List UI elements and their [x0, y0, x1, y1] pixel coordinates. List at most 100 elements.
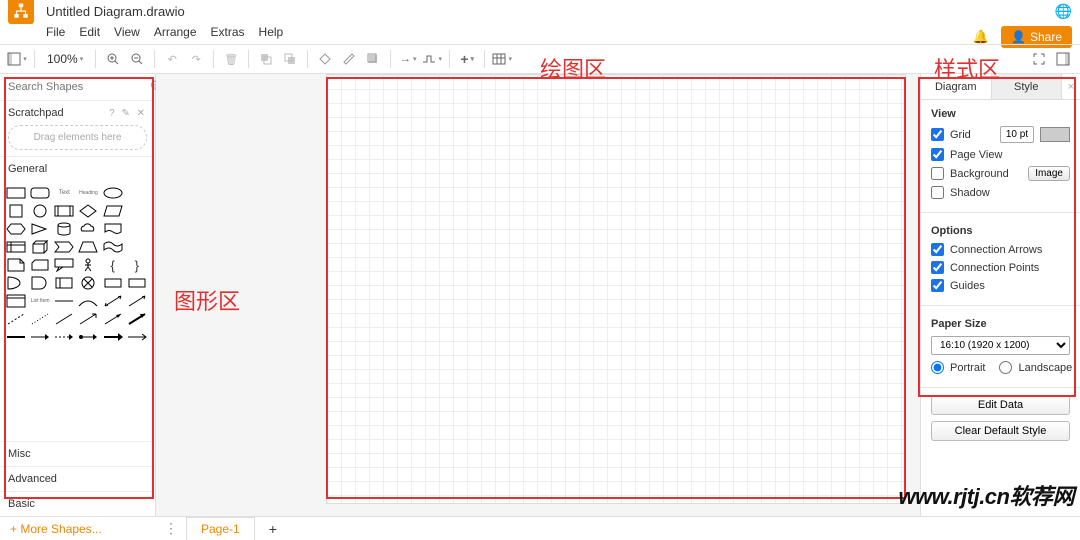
connpoints-checkbox[interactable]	[931, 261, 944, 274]
shape-arrow[interactable]	[127, 293, 147, 309]
shape-rect[interactable]	[6, 185, 26, 201]
zoom-out-icon[interactable]	[126, 48, 148, 70]
shape-dotted[interactable]	[30, 311, 50, 327]
shape-or[interactable]	[6, 275, 26, 291]
menu-extras[interactable]: Extras	[211, 25, 245, 39]
shape-process[interactable]	[54, 203, 74, 219]
shape-card[interactable]	[30, 257, 50, 273]
canvas-grid[interactable]	[326, 74, 906, 504]
shadow-icon[interactable]	[362, 48, 384, 70]
shape-hexagon[interactable]	[6, 221, 26, 237]
shape-arrow4[interactable]	[127, 311, 147, 327]
category-general[interactable]: General	[0, 156, 155, 181]
menu-help[interactable]: Help	[259, 25, 284, 39]
shape-line-curve[interactable]	[78, 293, 98, 309]
shape-blank4[interactable]	[127, 239, 147, 255]
shape-triangle[interactable]	[30, 221, 50, 237]
shape-conn4[interactable]	[78, 329, 98, 345]
canvas[interactable]	[156, 74, 920, 516]
category-advanced[interactable]: Advanced	[0, 466, 155, 491]
redo-icon[interactable]: ↷	[185, 48, 207, 70]
more-shapes-button[interactable]: + More Shapes...	[0, 522, 156, 536]
shape-heading[interactable]: Heading	[78, 185, 98, 201]
undo-icon[interactable]: ↶	[161, 48, 183, 70]
portrait-radio[interactable]	[931, 361, 944, 374]
shape-and[interactable]	[30, 275, 50, 291]
shape-blank[interactable]	[127, 185, 147, 201]
fullscreen-icon[interactable]	[1028, 48, 1050, 70]
tab-style[interactable]: Style	[992, 74, 1063, 99]
shape-line-h[interactable]	[54, 293, 74, 309]
pageview-checkbox[interactable]	[931, 148, 944, 161]
menu-arrange[interactable]: Arrange	[154, 25, 197, 39]
zoom-in-icon[interactable]	[102, 48, 124, 70]
delete-icon[interactable]: 🗑	[220, 48, 242, 70]
search-input[interactable]	[8, 81, 150, 93]
shape-listitem[interactable]: List Item	[30, 293, 50, 309]
shape-arrow-bi[interactable]	[103, 293, 123, 309]
shape-container[interactable]	[6, 293, 26, 309]
shape-note[interactable]	[6, 257, 26, 273]
shape-datastore[interactable]	[54, 275, 74, 291]
shape-diamond[interactable]	[78, 203, 98, 219]
background-checkbox[interactable]	[931, 167, 944, 180]
shape-internal[interactable]	[6, 239, 26, 255]
shape-curly[interactable]: {	[103, 257, 123, 273]
grid-color-swatch[interactable]	[1040, 127, 1070, 142]
clearstyle-button[interactable]: Clear Default Style	[931, 421, 1070, 441]
shape-step[interactable]	[54, 239, 74, 255]
shape-rounded[interactable]	[30, 185, 50, 201]
close-icon[interactable]: ×	[1062, 74, 1080, 99]
scratchpad-label[interactable]: Scratchpad	[8, 107, 64, 119]
scratchpad-dropzone[interactable]: Drag elements here	[8, 125, 147, 150]
globe-icon[interactable]: 🌐	[1055, 3, 1072, 20]
menu-edit[interactable]: Edit	[79, 25, 100, 39]
category-misc[interactable]: Misc	[0, 441, 155, 466]
shape-conn3[interactable]	[54, 329, 74, 345]
shape-conn6[interactable]	[127, 329, 147, 345]
shape-ellipse[interactable]	[103, 185, 123, 201]
to-front-icon[interactable]	[255, 48, 277, 70]
shape-line2[interactable]	[54, 311, 74, 327]
shape-arrow3[interactable]	[103, 311, 123, 327]
menu-view[interactable]: View	[114, 25, 140, 39]
guides-checkbox[interactable]	[931, 279, 944, 292]
fill-color-icon[interactable]	[314, 48, 336, 70]
shape-circle[interactable]	[30, 203, 50, 219]
pages-menu-icon[interactable]: ⋮	[164, 520, 178, 537]
shadow-checkbox[interactable]	[931, 186, 944, 199]
shape-parallelogram[interactable]	[103, 203, 123, 219]
shape-actor[interactable]	[78, 257, 98, 273]
shape-document[interactable]	[103, 221, 123, 237]
zoom-select[interactable]: 100%	[41, 52, 89, 66]
grid-size-input[interactable]	[1000, 126, 1034, 143]
papersize-select[interactable]: 16:10 (1920 x 1200)	[931, 336, 1070, 355]
shape-conn1[interactable]	[6, 329, 26, 345]
shape-callout[interactable]	[54, 257, 74, 273]
shape-conn5[interactable]	[103, 329, 123, 345]
shape-cylinder[interactable]	[54, 221, 74, 237]
shape-square[interactable]	[6, 203, 26, 219]
shape-blank2[interactable]	[127, 203, 147, 219]
shape-xor[interactable]	[78, 275, 98, 291]
category-basic[interactable]: Basic	[0, 491, 155, 516]
waypoint-icon[interactable]	[421, 48, 443, 70]
shape-conn2[interactable]	[30, 329, 50, 345]
shape-tape[interactable]	[103, 239, 123, 255]
table-icon[interactable]	[491, 48, 513, 70]
insert-icon[interactable]: +	[456, 48, 478, 70]
menu-file[interactable]: File	[46, 25, 65, 39]
document-title[interactable]: Untitled Diagram.drawio	[46, 4, 185, 19]
add-page-icon[interactable]: +	[263, 521, 283, 537]
shape-rect2[interactable]	[103, 275, 123, 291]
scratchpad-actions[interactable]: ? ✎ ✕	[109, 108, 147, 119]
shape-text[interactable]: Text	[54, 185, 74, 201]
shape-arrow2[interactable]	[78, 311, 98, 327]
shape-trapezoid[interactable]	[78, 239, 98, 255]
connarrows-checkbox[interactable]	[931, 243, 944, 256]
notifications-icon[interactable]: 🔔	[973, 29, 989, 45]
landscape-radio[interactable]	[999, 361, 1012, 374]
shape-curly2[interactable]: }	[127, 257, 147, 273]
grid-checkbox[interactable]	[931, 128, 944, 141]
line-color-icon[interactable]	[338, 48, 360, 70]
